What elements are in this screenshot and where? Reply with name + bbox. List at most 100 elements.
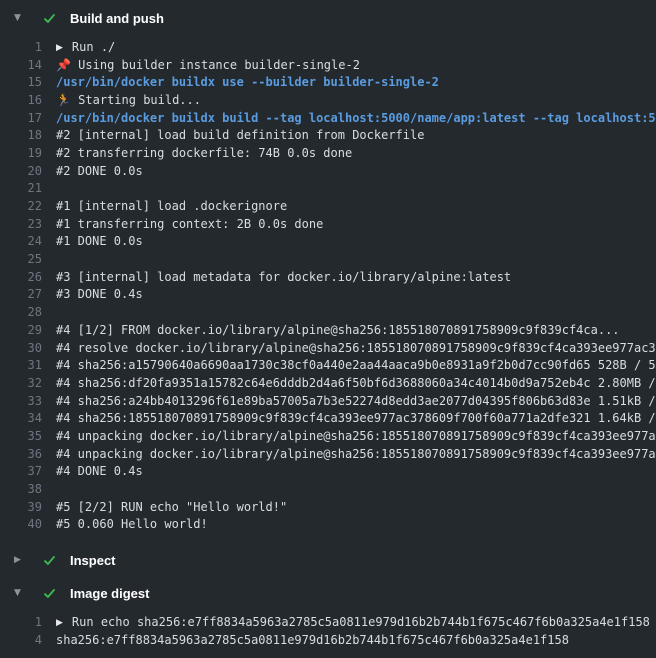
log-line[interactable]: 38 <box>0 480 656 498</box>
section-header-image-digest[interactable]: ▼ Image digest <box>0 575 656 608</box>
log-text: #4 unpacking docker.io/library/alpine@sh… <box>56 447 656 461</box>
line-number[interactable]: 1 <box>0 40 56 54</box>
line-number[interactable]: 24 <box>0 234 56 248</box>
log-text: #5 [2/2] RUN echo "Hello world!" <box>56 500 287 514</box>
log-line[interactable]: 18#2 [internal] load build definition fr… <box>0 126 656 144</box>
chevron-down-icon[interactable]: ▼ <box>14 589 25 598</box>
line-number[interactable]: 23 <box>0 217 56 231</box>
log-text: #1 transferring context: 2B 0.0s done <box>56 217 323 231</box>
section-header-inspect[interactable]: ▶Inspect <box>0 542 656 575</box>
log-line[interactable]: 17/usr/bin/docker buildx build --tag loc… <box>0 109 656 127</box>
expand-triangle-icon[interactable]: ▶ <box>56 618 63 628</box>
line-number[interactable]: 4 <box>0 633 56 647</box>
log-text: #4 sha256:185518070891758909c9f839cf4ca3… <box>56 411 656 425</box>
section-title: Build and push <box>70 11 164 26</box>
line-number[interactable]: 26 <box>0 270 56 284</box>
line-number[interactable]: 39 <box>0 500 56 514</box>
log-line[interactable]: 22#1 [internal] load .dockerignore <box>0 197 656 215</box>
line-number[interactable]: 14 <box>0 58 56 72</box>
line-number[interactable]: 19 <box>0 146 56 160</box>
log-text: #4 sha256:a24bb4013296f61e89ba57005a7b3e… <box>56 394 656 408</box>
log-line[interactable]: 32#4 sha256:df20fa9351a15782c64e6dddb2d4… <box>0 374 656 392</box>
section-header-build-and-push[interactable]: ▼ Build and push <box>0 0 656 33</box>
log-text-content: Run ./ <box>72 40 115 54</box>
log-text: #2 DONE 0.0s <box>56 164 143 178</box>
line-number[interactable]: 34 <box>0 411 56 425</box>
log-line[interactable]: 27#3 DONE 0.4s <box>0 286 656 304</box>
log-line[interactable]: 31#4 sha256:a15790640a6690aa1730c38cf0a4… <box>0 356 656 374</box>
log-line[interactable]: 26#3 [internal] load metadata for docker… <box>0 268 656 286</box>
log-text: #3 [internal] load metadata for docker.i… <box>56 270 511 284</box>
log-text: #2 transferring dockerfile: 74B 0.0s don… <box>56 146 352 160</box>
line-number[interactable]: 38 <box>0 482 56 496</box>
line-number[interactable]: 1 <box>0 615 56 629</box>
actions-log-viewer: ▼Build and push1▶Run ./14📌 Using builder… <box>0 0 656 658</box>
line-number[interactable]: 40 <box>0 517 56 531</box>
line-number[interactable]: 29 <box>0 323 56 337</box>
log-line[interactable]: 37#4 DONE 0.4s <box>0 463 656 481</box>
line-number[interactable]: 36 <box>0 447 56 461</box>
log-line[interactable]: 36#4 unpacking docker.io/library/alpine@… <box>0 445 656 463</box>
log-line[interactable]: 20#2 DONE 0.0s <box>0 162 656 180</box>
log-line[interactable]: 30#4 resolve docker.io/library/alpine@sh… <box>0 339 656 357</box>
log-line[interactable]: 21 <box>0 180 656 198</box>
log-text: #4 DONE 0.4s <box>56 464 143 478</box>
log-text: /usr/bin/docker buildx use --builder bui… <box>56 75 439 89</box>
line-number[interactable]: 16 <box>0 93 56 107</box>
log-text: #1 [internal] load .dockerignore <box>56 199 287 213</box>
line-number[interactable]: 31 <box>0 358 56 372</box>
log-line[interactable]: 34#4 sha256:185518070891758909c9f839cf4c… <box>0 409 656 427</box>
line-number[interactable]: 28 <box>0 305 56 319</box>
log-line[interactable]: 28 <box>0 303 656 321</box>
log-line[interactable]: 14📌 Using builder instance builder-singl… <box>0 56 656 74</box>
chevron-down-icon[interactable]: ▼ <box>14 14 25 23</box>
log-text: sha256:e7ff8834a5963a2785c5a0811e979d16b… <box>56 633 569 647</box>
line-number[interactable]: 18 <box>0 128 56 142</box>
expand-triangle-icon[interactable]: ▶ <box>56 43 63 53</box>
log-line[interactable]: 24#1 DONE 0.0s <box>0 233 656 251</box>
line-number[interactable]: 21 <box>0 181 56 195</box>
log-section-build-and-push: ▼ Build and push 1▶ Run ./ 14📌 Using builder… <box>0 0 656 542</box>
line-number[interactable]: 22 <box>0 199 56 213</box>
log-line[interactable]: 35#4 unpacking docker.io/library/alpine@… <box>0 427 656 445</box>
log-line[interactable]: 40#5 0.060 Hello world! <box>0 516 656 534</box>
line-number[interactable]: 30 <box>0 341 56 355</box>
chevron-right-icon[interactable]: ▶ <box>14 556 25 565</box>
log-line[interactable]: 1▶ Run ./ <box>0 38 656 56</box>
log-line[interactable]: 33#4 sha256:a24bb4013296f61e89ba57005a7b… <box>0 392 656 410</box>
log-line[interactable]: 1▶Run echo sha256:e7ff8834a5963a2785c5a0… <box>0 613 656 631</box>
log-line[interactable]: 23#1 transferring context: 2B 0.0s done <box>0 215 656 233</box>
line-number[interactable]: 37 <box>0 464 56 478</box>
log-line[interactable]: 39#5 [2/2] RUN echo "Hello world!" <box>0 498 656 516</box>
log-line[interactable]: 25 <box>0 250 656 268</box>
line-number[interactable]: 17 <box>0 111 56 125</box>
log-text: 🏃 Starting build... <box>56 93 201 107</box>
section-body-build-and-push: 1▶ Run ./ 14📌 Using builder instance build… <box>0 33 656 542</box>
line-number[interactable]: 20 <box>0 164 56 178</box>
log-section-inspect: ▶Inspect <box>0 542 656 575</box>
log-text: ▶ Run ./ <box>56 40 115 54</box>
line-number[interactable]: 15 <box>0 75 56 89</box>
success-check-icon <box>42 553 57 568</box>
log-text: #4 sha256:df20fa9351a15782c64e6dddb2d4a6… <box>56 376 656 390</box>
log-line[interactable]: 15/usr/bin/docker buildx use --builder b… <box>0 73 656 91</box>
section-title: Image digest <box>70 586 149 601</box>
line-number[interactable]: 35 <box>0 429 56 443</box>
line-number[interactable]: 33 <box>0 394 56 408</box>
log-text: #4 resolve docker.io/library/alpine@sha2… <box>56 341 656 355</box>
success-check-icon <box>42 586 57 601</box>
log-line[interactable]: 19#2 transferring dockerfile: 74B 0.0s d… <box>0 144 656 162</box>
line-number[interactable]: 27 <box>0 287 56 301</box>
log-line[interactable]: 16🏃 Starting build... <box>0 91 656 109</box>
log-line[interactable]: 29#4 [1/2] FROM docker.io/library/alpine… <box>0 321 656 339</box>
success-check-icon <box>42 11 57 26</box>
log-text: ▶Run echo sha256:e7ff8834a5963a2785c5a08… <box>56 615 650 629</box>
log-text: #5 0.060 Hello world! <box>56 517 208 531</box>
log-line[interactable]: 4sha256:e7ff8834a5963a2785c5a0811e979d16… <box>0 631 656 649</box>
line-number[interactable]: 32 <box>0 376 56 390</box>
line-number[interactable]: 25 <box>0 252 56 266</box>
log-text: #2 [internal] load build definition from… <box>56 128 424 142</box>
log-text: #4 sha256:a15790640a6690aa1730c38cf0a440… <box>56 358 656 372</box>
log-text: #3 DONE 0.4s <box>56 287 143 301</box>
log-text: #4 unpacking docker.io/library/alpine@sh… <box>56 429 656 443</box>
